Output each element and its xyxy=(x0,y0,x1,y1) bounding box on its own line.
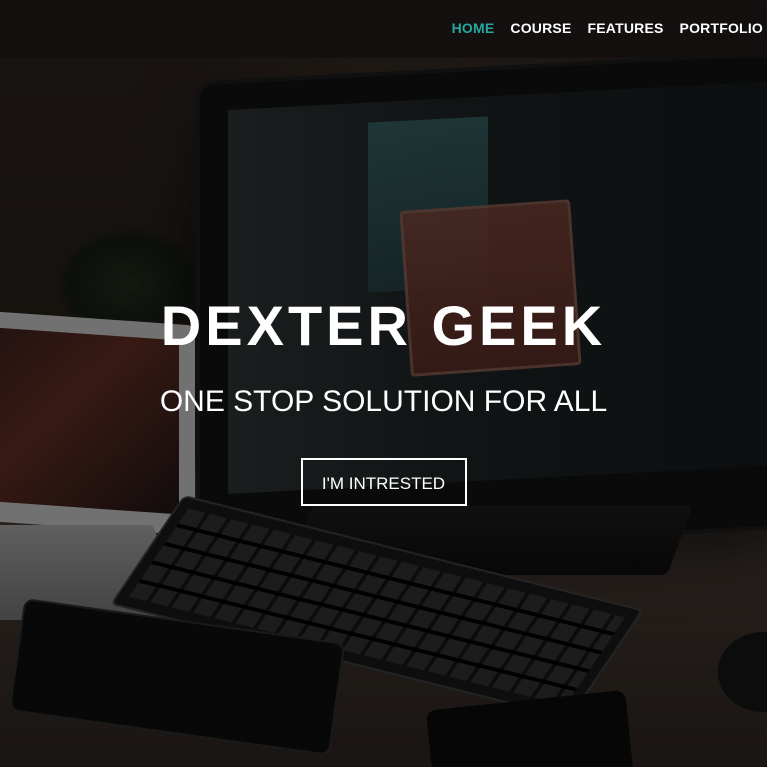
top-navbar: HOME COURSE FEATURES PORTFOLIO xyxy=(0,0,767,58)
hero-section: HOME COURSE FEATURES PORTFOLIO DEXTER GE… xyxy=(0,0,767,767)
nav-item-home: HOME xyxy=(452,20,495,38)
hero-subtitle: ONE STOP SOLUTION FOR ALL xyxy=(159,385,608,418)
interested-button[interactable]: I'M INTRESTED xyxy=(300,458,467,506)
nav-link-features[interactable]: FEATURES xyxy=(588,20,664,36)
nav-item-portfolio: PORTFOLIO xyxy=(680,20,763,38)
nav-link-course[interactable]: COURSE xyxy=(510,20,571,36)
nav-menu: HOME COURSE FEATURES PORTFOLIO xyxy=(452,0,763,58)
hero-content: DEXTER GEEK ONE STOP SOLUTION FOR ALL I'… xyxy=(0,290,767,506)
nav-item-features: FEATURES xyxy=(588,20,664,38)
nav-link-portfolio[interactable]: PORTFOLIO xyxy=(680,20,763,36)
nav-item-course: COURSE xyxy=(510,20,571,38)
hero-title: DEXTER GEEK xyxy=(160,294,607,357)
nav-link-home[interactable]: HOME xyxy=(452,20,495,36)
